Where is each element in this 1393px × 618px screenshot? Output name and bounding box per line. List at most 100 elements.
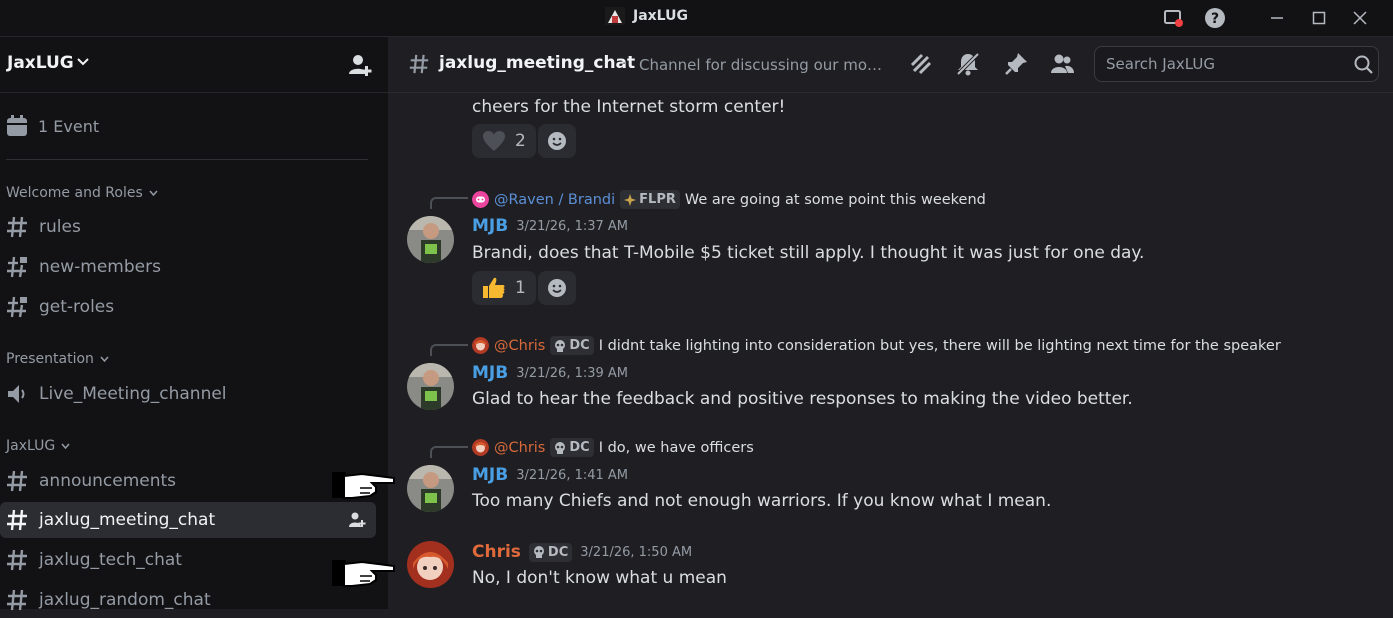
close-icon[interactable]: [1348, 6, 1372, 30]
role-tag-label: DC: [569, 440, 590, 455]
server-header[interactable]: JaxLUG: [0, 37, 388, 93]
compass-icon: [624, 193, 637, 206]
minimize-icon[interactable]: [1265, 6, 1289, 30]
hash-icon: [7, 470, 27, 492]
channel-header: jaxlug_meeting_chat · Channel for discus…: [388, 37, 1393, 93]
channel-new-members[interactable]: new-members: [0, 249, 376, 285]
reply-connector: [430, 344, 468, 356]
svg-text:?: ?: [1211, 11, 1219, 27]
chevron-down-icon[interactable]: [77, 58, 89, 66]
notification-bell-muted-icon[interactable]: [955, 51, 981, 77]
channel-topic[interactable]: Channel for discussing our monthl...: [639, 56, 891, 74]
chevron-down-icon: [100, 356, 109, 362]
author-name[interactable]: Chris: [472, 542, 521, 562]
category-label: Presentation: [6, 351, 94, 367]
category-presentation[interactable]: Presentation: [6, 351, 109, 367]
author-name[interactable]: MJB: [472, 216, 508, 236]
invite-people-icon[interactable]: [347, 52, 373, 78]
reply-connector: [430, 446, 468, 458]
events-label: 1 Event: [38, 116, 100, 136]
hash-lock-icon: [7, 256, 27, 278]
reply-text: I didnt take lighting into consideration…: [598, 337, 1281, 354]
create-invite-icon[interactable]: [348, 512, 366, 528]
channel-live-meeting[interactable]: Live_Meeting_channel: [0, 376, 376, 412]
hash-icon: [7, 216, 27, 238]
message-author-row: MJB 3/21/26, 1:39 AM: [472, 363, 628, 383]
channel-get-roles[interactable]: get-roles: [0, 289, 376, 325]
add-reaction-button[interactable]: [538, 124, 576, 158]
help-icon[interactable]: ?: [1203, 6, 1227, 30]
avatar[interactable]: [407, 363, 454, 410]
reply-text: We are going at some point this weekend: [684, 191, 986, 208]
skull-icon: [555, 339, 566, 352]
window-title: JaxLUG: [633, 8, 688, 24]
member-list-icon[interactable]: [1049, 51, 1075, 77]
reaction-heart[interactable]: 2: [472, 124, 536, 158]
channel-announcements[interactable]: announcements: [0, 463, 376, 499]
channel-name: get-roles: [39, 297, 115, 317]
hash-icon: [7, 549, 27, 571]
author-name[interactable]: MJB: [472, 465, 508, 485]
thumbs-up-icon: [483, 277, 505, 298]
channel-name: jaxlug_random_chat: [39, 590, 211, 610]
reply-mention[interactable]: @Chris: [494, 338, 545, 354]
message-text: Glad to hear the feedback and positive r…: [472, 389, 1133, 409]
avatar[interactable]: [407, 216, 454, 263]
category-label: JaxLUG: [6, 438, 56, 454]
server-name[interactable]: JaxLUG: [7, 53, 74, 73]
channel-jaxlug-meeting-chat[interactable]: jaxlug_meeting_chat: [0, 502, 376, 538]
channel-name: announcements: [39, 471, 177, 491]
avatar[interactable]: [407, 465, 454, 512]
channel-name: Live_Meeting_channel: [39, 384, 227, 404]
add-reaction-button[interactable]: [538, 271, 576, 305]
divider: [6, 159, 368, 160]
reply-preview[interactable]: @Chris DC I do, we have officers: [472, 438, 754, 457]
channel-jaxlug-tech-chat[interactable]: jaxlug_tech_chat: [0, 542, 376, 578]
role-tag-label: DC: [569, 338, 590, 353]
message-text: No, I don't know what u mean: [472, 568, 727, 588]
avatar[interactable]: [407, 541, 454, 588]
channel-name: rules: [39, 217, 81, 237]
reaction-count: 1: [515, 278, 526, 298]
inbox-icon[interactable]: [1161, 6, 1185, 30]
reply-preview[interactable]: @Chris DC I didnt take lighting into con…: [472, 336, 1281, 355]
role-tag: DC: [550, 336, 594, 355]
search-icon: [1354, 55, 1373, 74]
timestamp: 3/21/26, 1:37 AM: [516, 218, 629, 234]
skull-icon: [555, 441, 566, 454]
message-text: Too many Chiefs and not enough warriors.…: [472, 491, 1052, 511]
reply-mention[interactable]: @Raven / Brandi: [494, 192, 615, 208]
topic-separator: ·: [622, 57, 627, 72]
message-author-row: MJB 3/21/26, 1:41 AM: [472, 465, 628, 485]
search-input[interactable]: [1104, 54, 1348, 74]
emoji-smile-icon: [548, 132, 566, 150]
category-welcome-and-roles[interactable]: Welcome and Roles: [6, 185, 158, 201]
channel-name: new-members: [39, 257, 161, 277]
message-list: cheers for the Internet storm center! 2 …: [388, 93, 1393, 609]
author-name[interactable]: MJB: [472, 363, 508, 383]
reaction-thumbs-up[interactable]: 1: [472, 271, 536, 305]
category-jaxlug[interactable]: JaxLUG: [6, 438, 70, 454]
hash-icon: [7, 589, 27, 611]
chevron-down-icon: [149, 190, 158, 196]
role-tag-label: DC: [547, 544, 569, 560]
chevron-down-icon: [61, 443, 70, 449]
message-author-row: MJB 3/21/26, 1:37 AM: [472, 216, 628, 236]
search-box[interactable]: [1094, 46, 1379, 82]
reply-text: I do, we have officers: [598, 439, 754, 456]
reply-mention[interactable]: @Chris: [494, 440, 545, 456]
pointing-hand-icon: [332, 560, 395, 587]
role-tag: DC: [550, 438, 594, 457]
channel-rules[interactable]: rules: [0, 209, 376, 245]
maximize-icon[interactable]: [1307, 6, 1331, 30]
pin-icon[interactable]: [1003, 51, 1029, 77]
timestamp: 3/21/26, 1:50 AM: [580, 544, 693, 560]
threads-icon[interactable]: [908, 51, 934, 77]
channel-jaxlug-random-chat[interactable]: jaxlug_random_chat: [0, 582, 376, 618]
events-link[interactable]: 1 Event: [6, 115, 99, 137]
hash-lock-icon: [7, 296, 27, 318]
calendar-icon: [7, 115, 27, 136]
reply-preview[interactable]: @Raven / Brandi FLPR We are going at som…: [472, 190, 986, 209]
emoji-smile-icon: [548, 279, 566, 297]
avatar-chris-icon: [472, 439, 489, 456]
